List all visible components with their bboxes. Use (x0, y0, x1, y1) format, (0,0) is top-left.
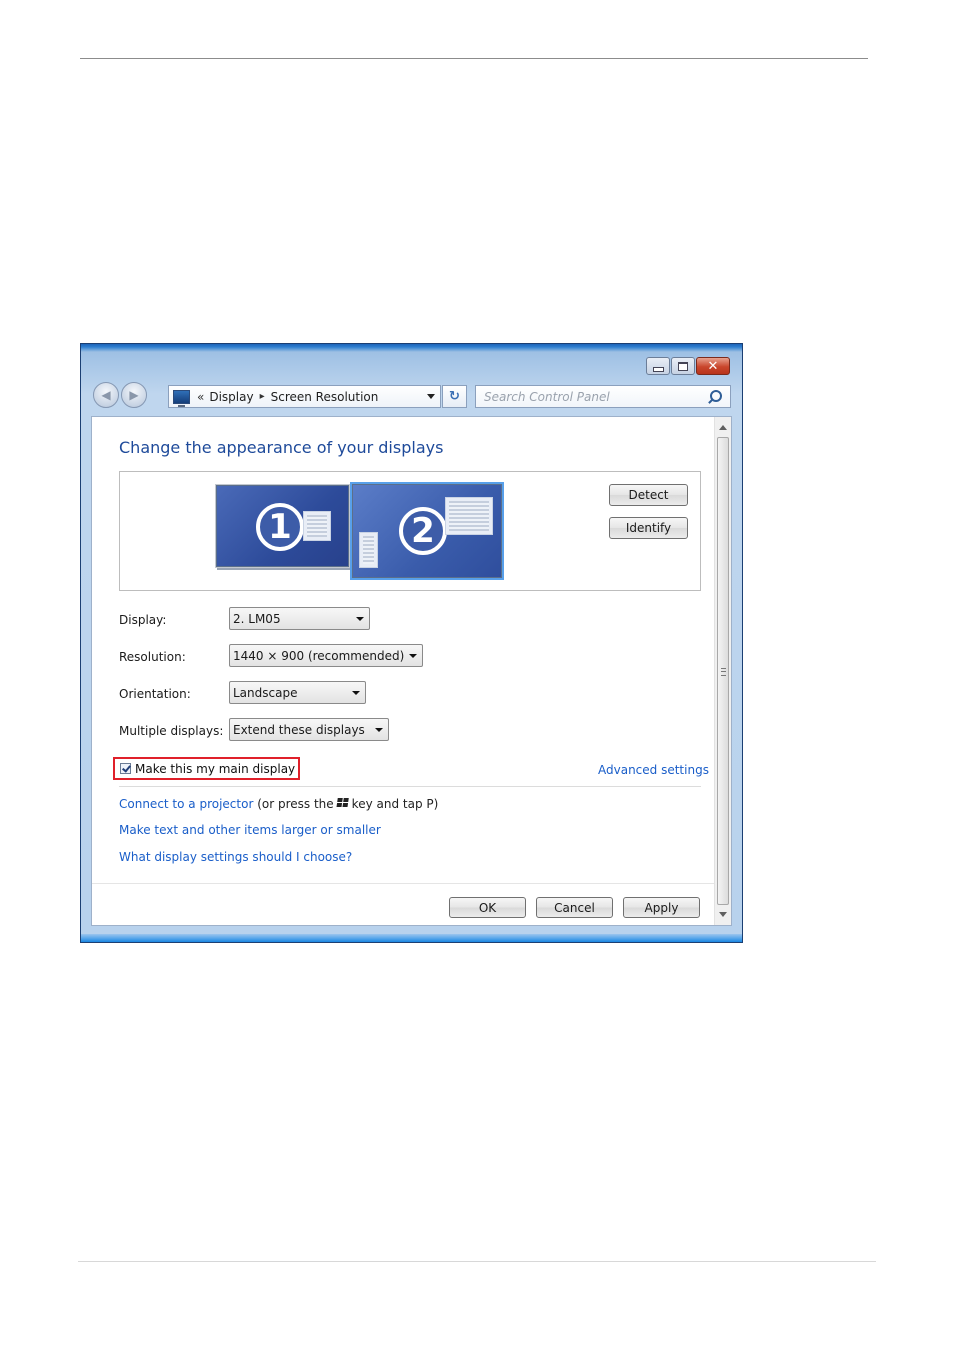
vertical-scrollbar[interactable] (714, 417, 731, 925)
back-arrow-icon: ◀ (101, 388, 111, 402)
identify-button[interactable]: Identify (609, 517, 688, 539)
refresh-icon: ↻ (449, 389, 460, 404)
breadcrumb-screen-resolution[interactable]: Screen Resolution (271, 390, 379, 404)
chevron-down-icon (375, 728, 383, 732)
screen-resolution-window: ✕ ◀ ▶ « Display ▸ Screen Resolution ↻ Ch… (80, 343, 743, 943)
projector-hint-before: (or press the (257, 797, 334, 811)
display-settings-help-link[interactable]: What display settings should I choose? (119, 850, 352, 864)
grip-icon (721, 668, 726, 676)
display-select[interactable]: 2. LM05 (229, 607, 370, 630)
close-icon: ✕ (707, 358, 719, 374)
page-title: Change the appearance of your displays (119, 438, 444, 457)
scroll-down-icon[interactable] (719, 912, 727, 917)
search-box[interactable] (475, 385, 731, 408)
minimize-icon (652, 366, 664, 372)
resolution-select[interactable]: 1440 × 900 (recommended) (229, 644, 423, 667)
projector-row: Connect to a projector (or press the key … (119, 797, 438, 811)
detect-button[interactable]: Detect (609, 484, 688, 506)
cancel-button[interactable]: Cancel (536, 897, 613, 918)
forward-button[interactable]: ▶ (121, 382, 147, 408)
forward-arrow-icon: ▶ (129, 388, 139, 402)
monitor-2-number: 2 (399, 507, 447, 555)
ok-button[interactable]: OK (449, 897, 526, 918)
page-bottom-rule (78, 1261, 876, 1262)
address-dropdown-icon[interactable] (427, 394, 435, 399)
window-bottom-frame (81, 934, 742, 942)
monitor-2[interactable]: 2 (350, 482, 504, 580)
chevron-down-icon (409, 654, 417, 658)
scroll-up-icon[interactable] (719, 425, 727, 430)
close-button[interactable]: ✕ (696, 357, 730, 375)
breadcrumb-overflow[interactable]: « (197, 390, 204, 404)
monitor-1-window-icon (303, 511, 331, 541)
connect-projector-link[interactable]: Connect to a projector (119, 797, 253, 811)
multiple-displays-label: Multiple displays: (119, 724, 224, 738)
text-size-link[interactable]: Make text and other items larger or smal… (119, 823, 381, 837)
advanced-settings-link[interactable]: Advanced settings (598, 763, 709, 777)
search-icon[interactable] (710, 390, 722, 402)
multiple-displays-select[interactable]: Extend these displays (229, 718, 389, 741)
windows-key-icon (336, 798, 350, 809)
minimize-button[interactable] (646, 357, 670, 375)
address-bar[interactable]: « Display ▸ Screen Resolution (168, 385, 441, 408)
resolution-select-value: 1440 × 900 (recommended) (233, 648, 405, 663)
footer-divider (92, 883, 714, 884)
maximize-button[interactable] (671, 357, 695, 375)
content-pane: Change the appearance of your displays 1… (91, 416, 732, 926)
orientation-select-value: Landscape (233, 685, 298, 700)
maximize-icon (678, 361, 688, 371)
display-label: Display: (119, 613, 167, 627)
orientation-label: Orientation: (119, 687, 191, 701)
main-display-label[interactable]: Make this my main display (135, 762, 295, 776)
page-top-rule (80, 58, 868, 59)
scroll-thumb[interactable] (717, 437, 729, 905)
chevron-down-icon (352, 691, 360, 695)
refresh-button[interactable]: ↻ (442, 385, 467, 408)
divider (119, 786, 701, 787)
display-select-value: 2. LM05 (233, 611, 281, 626)
monitor-arrangement-panel: 1 2 Detect Identify (119, 471, 701, 591)
resolution-label: Resolution: (119, 650, 186, 664)
multiple-displays-select-value: Extend these displays (233, 722, 365, 737)
back-button[interactable]: ◀ (93, 382, 119, 408)
main-display-checkbox[interactable] (120, 763, 131, 774)
monitor-1[interactable]: 1 (216, 485, 349, 567)
breadcrumb-separator-icon[interactable]: ▸ (260, 391, 265, 402)
monitor-2-window-icon (445, 497, 493, 535)
orientation-select[interactable]: Landscape (229, 681, 366, 704)
projector-hint-after: key and tap P) (351, 797, 439, 811)
monitor-1-number: 1 (256, 503, 304, 551)
monitor-2-sidebar-icon (359, 532, 378, 568)
main-display-highlight: Make this my main display (113, 757, 300, 780)
caption-buttons: ✕ (645, 357, 730, 375)
breadcrumb-display[interactable]: Display (209, 390, 253, 404)
apply-button[interactable]: Apply (623, 897, 700, 918)
search-input[interactable] (484, 389, 699, 404)
display-control-panel-icon (173, 389, 190, 407)
chevron-down-icon (356, 617, 364, 621)
nav-buttons: ◀ ▶ (93, 382, 149, 408)
